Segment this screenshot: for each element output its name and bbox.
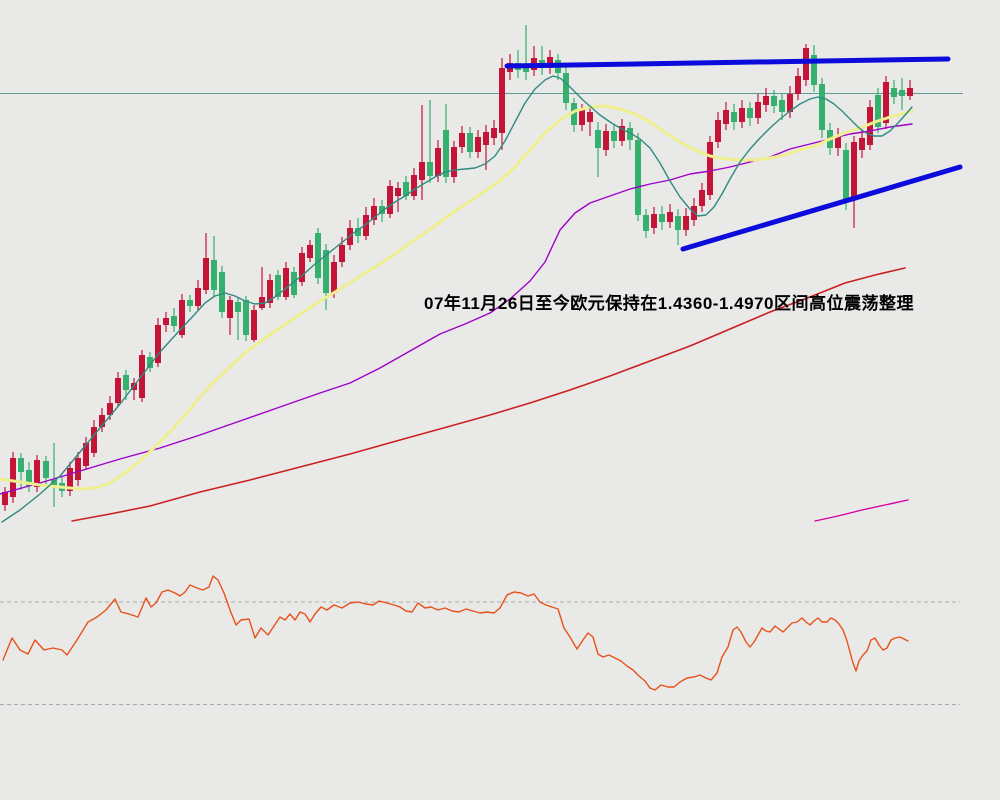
candle-bullish bbox=[651, 214, 657, 228]
candle-bullish bbox=[795, 76, 801, 94]
candle-bullish bbox=[163, 318, 169, 325]
candle-bearish bbox=[675, 216, 681, 230]
candle-bearish bbox=[219, 272, 225, 312]
candle-bullish bbox=[499, 68, 505, 133]
candle-bullish bbox=[435, 148, 441, 176]
candle-bearish bbox=[635, 140, 641, 215]
candle-bullish bbox=[419, 162, 425, 180]
candle-bullish bbox=[2, 492, 8, 505]
candle-bullish bbox=[859, 138, 865, 150]
candle-bearish bbox=[123, 375, 129, 390]
candle-bullish bbox=[667, 212, 673, 222]
candle-bullish bbox=[715, 120, 721, 142]
candle-bearish bbox=[443, 130, 449, 177]
candle-bearish bbox=[235, 302, 241, 312]
candle-bullish bbox=[699, 190, 705, 206]
candle-bearish bbox=[611, 131, 617, 141]
candle-bearish bbox=[18, 458, 24, 472]
candle-bullish bbox=[91, 427, 97, 453]
candle-bullish bbox=[491, 128, 497, 138]
candle-bearish bbox=[779, 100, 785, 112]
candle-bullish bbox=[339, 245, 345, 262]
candle-bullish bbox=[579, 110, 585, 125]
candle-bullish bbox=[307, 245, 313, 258]
candle-bullish bbox=[251, 310, 257, 340]
candle-bearish bbox=[891, 88, 897, 97]
candle-bullish bbox=[227, 300, 233, 318]
candle-bearish bbox=[563, 73, 569, 103]
chart-window: 07年11月26日至今欧元保持在1.4360-1.4970区间高位震荡整理 bbox=[0, 0, 1000, 800]
candle-bearish bbox=[187, 300, 193, 306]
candle-bearish bbox=[595, 130, 601, 148]
candle-bullish bbox=[387, 186, 393, 214]
candle-bullish bbox=[683, 216, 689, 230]
candle-bullish bbox=[739, 108, 745, 122]
candle-bullish bbox=[395, 188, 401, 196]
candle-bullish bbox=[707, 142, 713, 195]
candle-bullish bbox=[459, 133, 465, 147]
candle-bearish bbox=[315, 233, 321, 278]
candle-bullish bbox=[195, 288, 201, 306]
candle-bullish bbox=[451, 147, 457, 177]
candle-bullish bbox=[907, 88, 913, 96]
candle-bearish bbox=[427, 162, 433, 176]
candle-bearish bbox=[659, 214, 665, 222]
candle-bearish bbox=[899, 90, 905, 96]
candle-bullish bbox=[411, 175, 417, 196]
candle-bullish bbox=[803, 48, 809, 80]
candle-bullish bbox=[115, 378, 121, 403]
candle-bearish bbox=[43, 461, 49, 478]
candle-bullish bbox=[763, 96, 769, 105]
candle-bullish bbox=[755, 102, 761, 118]
candle-bullish bbox=[331, 262, 337, 293]
candle-bearish bbox=[211, 260, 217, 290]
candle-bullish bbox=[483, 132, 489, 145]
candle-bullish bbox=[283, 268, 289, 297]
candle-bearish bbox=[819, 84, 825, 130]
candle-bullish bbox=[603, 131, 609, 150]
candle-bearish bbox=[731, 112, 737, 122]
candle-bearish bbox=[843, 150, 849, 200]
candle-bearish bbox=[643, 215, 649, 231]
candle-bearish bbox=[243, 300, 249, 335]
candle-bearish bbox=[171, 316, 177, 326]
candle-bullish bbox=[75, 458, 81, 480]
chart-annotation-text: 07年11月26日至今欧元保持在1.4360-1.4970区间高位震荡整理 bbox=[424, 294, 914, 313]
candle-bearish bbox=[467, 133, 473, 152]
candle-bullish bbox=[203, 258, 209, 290]
price-chart-svg bbox=[0, 0, 1000, 800]
candle-bullish bbox=[587, 112, 593, 122]
candle-bearish bbox=[771, 96, 777, 106]
candle-bullish bbox=[475, 137, 481, 152]
candle-bullish bbox=[723, 110, 729, 124]
candle-bearish bbox=[747, 108, 753, 118]
candle-bullish bbox=[851, 142, 857, 200]
